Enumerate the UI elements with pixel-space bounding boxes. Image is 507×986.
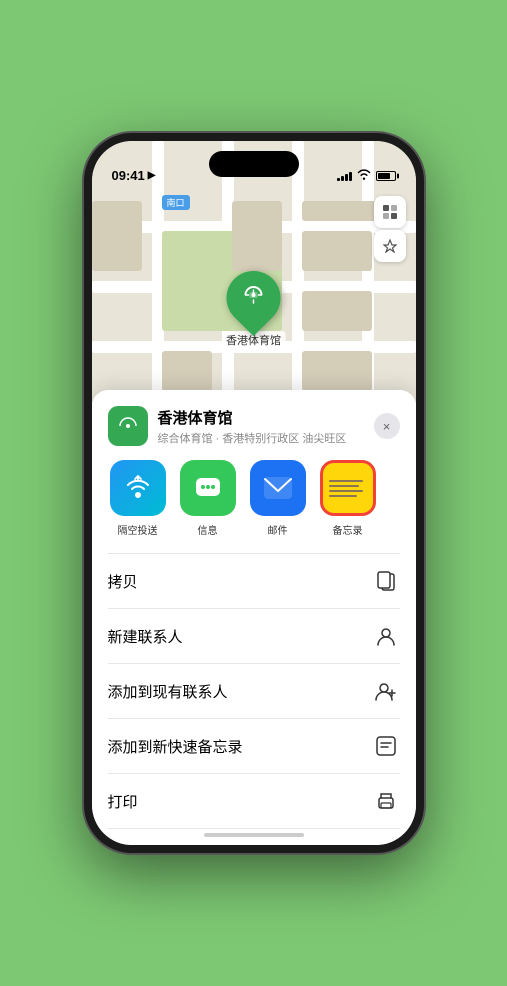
status-time: 09:41 ▶ bbox=[112, 168, 156, 183]
notes-line-3 bbox=[329, 490, 363, 492]
map-label: 南口 bbox=[162, 195, 190, 210]
signal-bar-2 bbox=[341, 176, 344, 181]
bottom-sheet: 香港体育馆 综合体育馆 · 香港特别行政区 油尖旺区 × bbox=[92, 390, 416, 845]
map-view-button[interactable] bbox=[374, 196, 406, 228]
location-arrow-icon: ▶ bbox=[148, 170, 156, 181]
venue-info: 香港体育馆 综合体育馆 · 香港特别行政区 油尖旺区 bbox=[158, 407, 364, 446]
action-row-new-contact[interactable]: 新建联系人 bbox=[108, 608, 400, 663]
share-item-more[interactable]: 推 bbox=[388, 460, 400, 537]
location-button[interactable] bbox=[374, 230, 406, 262]
phone-frame: 09:41 ▶ bbox=[84, 133, 424, 853]
time-label: 09:41 bbox=[112, 168, 145, 183]
pin-inner-icon bbox=[241, 282, 267, 314]
pin-icon bbox=[215, 260, 291, 336]
signal-bar-4 bbox=[349, 172, 352, 181]
venue-subtitle: 综合体育馆 · 香港特别行政区 油尖旺区 bbox=[158, 430, 364, 446]
action-row-print[interactable]: 打印 bbox=[108, 773, 400, 829]
share-item-airdrop[interactable]: 隔空投送 bbox=[108, 460, 168, 537]
map-controls bbox=[374, 196, 406, 262]
venue-icon bbox=[108, 406, 148, 446]
copy-icon bbox=[372, 567, 400, 595]
notes-line-4 bbox=[329, 495, 357, 497]
share-row: 隔空投送 信息 bbox=[108, 460, 400, 537]
new-contact-label: 新建联系人 bbox=[108, 626, 183, 647]
share-item-mail[interactable]: 邮件 bbox=[248, 460, 308, 537]
add-notes-icon bbox=[372, 732, 400, 760]
add-existing-icon bbox=[372, 677, 400, 705]
mail-label: 邮件 bbox=[268, 522, 288, 537]
share-item-messages[interactable]: 信息 bbox=[178, 460, 238, 537]
block-4 bbox=[162, 351, 212, 391]
new-contact-icon bbox=[372, 622, 400, 650]
location-pin: 香港体育馆 bbox=[222, 271, 285, 349]
venue-header: 香港体育馆 综合体育馆 · 香港特别行政区 油尖旺区 × bbox=[108, 406, 400, 446]
add-existing-label: 添加到现有联系人 bbox=[108, 681, 228, 702]
block-10 bbox=[232, 201, 282, 271]
notes-line-2 bbox=[329, 485, 359, 487]
print-icon bbox=[372, 787, 400, 815]
block-5 bbox=[302, 351, 372, 391]
action-row-add-existing[interactable]: 添加到现有联系人 bbox=[108, 663, 400, 718]
notes-lines bbox=[323, 463, 373, 513]
messages-label: 信息 bbox=[198, 522, 218, 537]
status-icons bbox=[337, 168, 396, 183]
signal-bar-1 bbox=[337, 178, 340, 181]
mail-icon bbox=[250, 460, 306, 516]
home-indicator bbox=[204, 833, 304, 837]
map-label-text: 南口 bbox=[167, 198, 185, 208]
airdrop-icon bbox=[110, 460, 166, 516]
notes-icon bbox=[320, 460, 376, 516]
block-2 bbox=[302, 291, 372, 331]
notes-label: 备忘录 bbox=[333, 522, 363, 537]
add-notes-label: 添加到新快速备忘录 bbox=[108, 736, 243, 757]
print-label: 打印 bbox=[108, 791, 138, 812]
block-3 bbox=[92, 201, 142, 271]
signal-bars bbox=[337, 171, 352, 181]
share-item-notes[interactable]: 备忘录 bbox=[318, 460, 378, 537]
close-label: × bbox=[383, 419, 391, 434]
close-button[interactable]: × bbox=[374, 413, 400, 439]
block-1 bbox=[302, 231, 372, 271]
action-row-copy[interactable]: 拷贝 bbox=[108, 553, 400, 608]
airdrop-label: 隔空投送 bbox=[118, 522, 158, 537]
wifi-icon bbox=[357, 168, 371, 183]
phone-screen: 09:41 ▶ bbox=[92, 141, 416, 845]
messages-icon bbox=[180, 460, 236, 516]
venue-name: 香港体育馆 bbox=[158, 407, 364, 428]
dynamic-island bbox=[209, 151, 299, 177]
battery-fill bbox=[378, 173, 391, 179]
signal-bar-3 bbox=[345, 174, 348, 181]
copy-label: 拷贝 bbox=[108, 571, 138, 592]
action-row-add-notes[interactable]: 添加到新快速备忘录 bbox=[108, 718, 400, 773]
notes-line-1 bbox=[329, 480, 363, 482]
battery-icon bbox=[376, 171, 396, 181]
